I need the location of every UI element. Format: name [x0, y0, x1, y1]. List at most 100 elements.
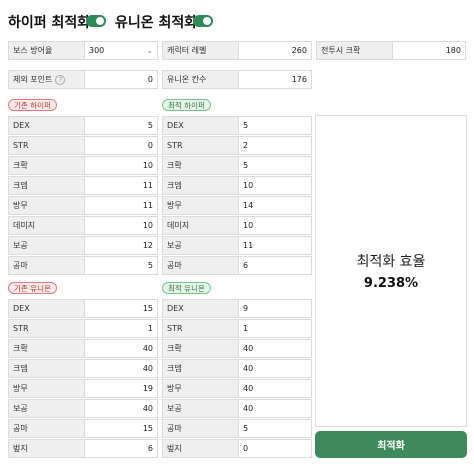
stat-label: 방무 — [162, 379, 238, 398]
stat-label: 크뎀 — [162, 176, 238, 195]
stat-label: 공마 — [8, 256, 84, 275]
stat-value[interactable]: 5 — [84, 116, 158, 135]
stat-row: 공마 5 — [8, 256, 158, 275]
stat-row: 공마 5 — [162, 419, 312, 438]
stat-value: 6 — [238, 256, 312, 275]
stat-label: DEX — [8, 299, 84, 318]
stat-value: 2 — [238, 136, 312, 155]
stat-label: 벞지 — [8, 439, 84, 458]
stat-row: 크뎀 40 — [8, 359, 158, 378]
help-icon[interactable]: ? — [55, 74, 66, 85]
stat-label: 벞지 — [162, 439, 238, 458]
stat-label: 데미지 — [8, 216, 84, 235]
exclude-points-label-box: 제외 포인트 ? — [8, 70, 84, 89]
stat-row: DEX 15 — [8, 299, 158, 318]
union-cells-input[interactable]: 176 — [238, 70, 312, 89]
stat-value[interactable]: 15 — [84, 299, 158, 318]
union-cells-label: 유니온 칸수 — [162, 70, 238, 89]
stat-row: STR 1 — [162, 319, 312, 338]
stat-label: STR — [162, 319, 238, 338]
combat-crit-label: 전투시 크확 — [316, 41, 392, 60]
boss-defense-select[interactable]: 보스 방어율 300 ⌄ — [8, 41, 158, 60]
exclude-points-input[interactable]: 0 — [84, 70, 158, 89]
stat-label: DEX — [162, 116, 238, 135]
stat-value[interactable]: 40 — [84, 359, 158, 378]
stat-row: 데미지 10 — [8, 216, 158, 235]
stat-row: DEX 9 — [162, 299, 312, 318]
stat-label: 방무 — [8, 196, 84, 215]
stat-row: 방무 11 — [8, 196, 158, 215]
stat-value[interactable]: 11 — [84, 196, 158, 215]
optimize-button[interactable]: 최적화 — [315, 431, 467, 458]
character-level-field[interactable]: 캐릭터 레벨 260 — [162, 41, 312, 60]
stat-row: 방무 14 — [162, 196, 312, 215]
hyper-optimize-label: 하이퍼 최적화 — [8, 15, 91, 31]
stat-value[interactable]: 40 — [84, 339, 158, 358]
stat-label: 크확 — [162, 156, 238, 175]
stat-value: 40 — [238, 399, 312, 418]
stat-label: 공마 — [162, 256, 238, 275]
stat-value[interactable]: 40 — [84, 399, 158, 418]
toggle-knob — [96, 17, 104, 25]
exclude-points-label: 제외 포인트 — [13, 75, 53, 84]
stat-row: 크확 5 — [162, 156, 312, 175]
optimal-hyper-badge: 최적 하이퍼 — [162, 99, 211, 111]
efficiency-panel: 최적화 효율 9.238% — [315, 115, 467, 427]
stat-value[interactable]: 12 — [84, 236, 158, 255]
stat-value: 10 — [238, 216, 312, 235]
stat-value[interactable]: 10 — [84, 156, 158, 175]
stat-value[interactable]: 6 — [84, 439, 158, 458]
stat-value: 5 — [238, 156, 312, 175]
stat-value[interactable]: 5 — [84, 256, 158, 275]
stat-label: 크확 — [8, 156, 84, 175]
stat-label: 방무 — [8, 379, 84, 398]
combat-crit-input[interactable]: 180 — [392, 41, 466, 60]
stat-value: 40 — [238, 359, 312, 378]
stat-row: DEX 5 — [162, 116, 312, 135]
stat-label: 공마 — [162, 419, 238, 438]
stat-row: 크확 40 — [8, 339, 158, 358]
stat-label: 보공 — [8, 399, 84, 418]
stat-value: 10 — [238, 176, 312, 195]
stat-label: 공마 — [8, 419, 84, 438]
stat-label: 크뎀 — [8, 176, 84, 195]
stat-row: 크확 40 — [162, 339, 312, 358]
stat-row: 벞지 6 — [8, 439, 158, 458]
character-level-label: 캐릭터 레벨 — [162, 41, 238, 60]
stat-row: 공마 15 — [8, 419, 158, 438]
stat-row: 크뎀 40 — [162, 359, 312, 378]
stat-value[interactable]: 15 — [84, 419, 158, 438]
union-cells-field[interactable]: 유니온 칸수 176 — [162, 70, 312, 89]
chevron-down-icon[interactable]: ⌄ — [146, 46, 153, 55]
stat-row: 크뎀 11 — [8, 176, 158, 195]
boss-defense-value: 300 — [89, 46, 105, 55]
hyper-optimize-toggle[interactable] — [86, 15, 106, 27]
stat-label: DEX — [8, 116, 84, 135]
stat-value[interactable]: 11 — [84, 176, 158, 195]
stat-row: 크확 10 — [8, 156, 158, 175]
stat-row: DEX 5 — [8, 116, 158, 135]
stat-value[interactable]: 19 — [84, 379, 158, 398]
stat-label: 보공 — [162, 236, 238, 255]
stat-value: 14 — [238, 196, 312, 215]
combat-crit-field[interactable]: 전투시 크확 180 — [316, 41, 466, 60]
stat-value[interactable]: 0 — [84, 136, 158, 155]
stat-row: STR 0 — [8, 136, 158, 155]
stat-value: 40 — [238, 379, 312, 398]
stat-row: 방무 19 — [8, 379, 158, 398]
boss-defense-value-box[interactable]: 300 ⌄ — [84, 41, 158, 60]
stat-label: 보공 — [8, 236, 84, 255]
stat-value[interactable]: 1 — [84, 319, 158, 338]
existing-union-badge: 기존 유니온 — [8, 282, 57, 294]
union-optimize-label: 유니온 최적화 — [115, 15, 198, 31]
stat-row: 보공 40 — [8, 399, 158, 418]
exclude-points-field[interactable]: 제외 포인트 ? 0 — [8, 70, 158, 89]
stat-value[interactable]: 10 — [84, 216, 158, 235]
stat-value: 1 — [238, 319, 312, 338]
stat-value: 9 — [238, 299, 312, 318]
character-level-input[interactable]: 260 — [238, 41, 312, 60]
stat-row: STR 1 — [8, 319, 158, 338]
stat-label: 크뎀 — [162, 359, 238, 378]
union-optimize-toggle[interactable] — [193, 15, 213, 27]
stat-label: STR — [162, 136, 238, 155]
